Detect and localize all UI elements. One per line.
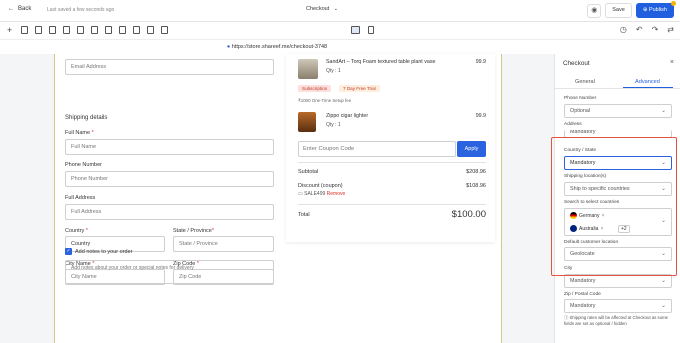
state-field[interactable]: State / Province — [173, 236, 274, 252]
back-button[interactable]: ← Back — [8, 6, 31, 12]
product-name: Zippo cigar lighter — [326, 113, 369, 119]
widget-icon[interactable] — [147, 26, 154, 34]
table-icon[interactable] — [119, 26, 126, 34]
editor-toolbar: + ◷ ↶ ↷ ⇄ — [0, 22, 680, 40]
coupon-input[interactable]: Enter Coupon Code — [298, 141, 456, 157]
notification-dot — [671, 1, 676, 6]
city-setting-select[interactable]: Mandatory ⌄ — [564, 274, 672, 288]
swap-icon[interactable]: ⇄ — [667, 25, 674, 34]
discount-value: $108.96 — [466, 183, 486, 189]
settings-icon[interactable] — [161, 26, 168, 34]
save-button[interactable]: Save — [605, 3, 632, 18]
address-setting-label: Address — [564, 122, 582, 127]
panel-title: Checkout — [563, 60, 590, 67]
arrow-left-icon: ← — [8, 6, 14, 12]
product-price: 99.9 — [475, 113, 486, 119]
zip-setting-label: Zip / Postal Code — [564, 292, 601, 297]
divider — [298, 162, 486, 163]
phone-setting-label: Phone Number — [564, 96, 597, 101]
page-icon[interactable] — [35, 26, 42, 34]
notes-checkbox[interactable]: ✓ — [65, 248, 72, 255]
shipping-heading: Shipping details — [65, 115, 108, 121]
text-icon[interactable] — [77, 26, 84, 34]
phone-setting-select[interactable]: Optional ⌄ — [564, 104, 672, 118]
media-icon[interactable] — [63, 26, 70, 34]
total-value: $100.00 — [451, 209, 486, 220]
applied-coupon: ▭ SALE499 Remove — [298, 191, 346, 197]
publish-button[interactable]: ⊕ Publish — [635, 1, 676, 18]
page-url: ● https://store.shareef.me/checkout-3748 — [226, 44, 328, 50]
checkout-page: Email Address Shipping details Full Name… — [54, 54, 502, 343]
chevron-down-icon: ⌄ — [660, 303, 666, 309]
notes-label: Add notes to your order — [75, 249, 133, 255]
grid-icon[interactable] — [91, 26, 98, 34]
close-icon[interactable]: × — [670, 59, 674, 66]
subscription-badge: Subscription — [298, 85, 332, 92]
desktop-view-icon[interactable] — [351, 26, 360, 34]
add-element-icon[interactable]: + — [7, 26, 14, 35]
top-bar: ← Back Last saved a few seconds ago Chec… — [0, 0, 680, 22]
divider — [555, 88, 680, 89]
email-field[interactable]: Email Address — [65, 59, 274, 75]
subtotal-value: $208.96 — [466, 169, 486, 175]
tab-advanced[interactable]: Advanced — [635, 79, 660, 85]
undo-icon[interactable]: ↶ — [636, 25, 643, 34]
image-icon[interactable] — [133, 26, 140, 34]
address-label: Full Address — [65, 195, 96, 201]
order-summary-card: SandArt – Torq Foam textured table plant… — [286, 54, 495, 242]
product-thumbnail — [298, 59, 318, 79]
subtotal-label: Subtotal — [298, 169, 319, 175]
page-selector[interactable]: Checkout ⌄ — [306, 6, 338, 12]
form-icon[interactable] — [105, 26, 112, 34]
divider — [298, 204, 486, 205]
state-label: State / Province* — [173, 228, 214, 234]
chevron-down-icon: ⌄ — [660, 108, 666, 114]
remove-coupon-link[interactable]: Remove — [327, 191, 346, 197]
product-thumbnail — [298, 112, 316, 132]
chevron-down-icon: ⌄ — [333, 6, 338, 12]
zip-setting-select[interactable]: Mandatory ⌄ — [564, 299, 672, 313]
highlight-box — [551, 137, 677, 276]
editor-canvas: Email Address Shipping details Full Name… — [0, 54, 554, 343]
product-price: 99.9 — [475, 59, 486, 65]
code-icon[interactable] — [49, 26, 56, 34]
layers-icon[interactable] — [21, 26, 28, 34]
product-qty: Qty : 1 — [326, 122, 341, 128]
notes-textarea[interactable]: Add notes about your order or special no… — [65, 260, 274, 284]
tab-general[interactable]: General — [575, 79, 595, 85]
setup-fee: ₹1000 One-Time Setup fee — [298, 98, 352, 103]
phone-field[interactable]: Phone Number — [65, 171, 274, 187]
total-label: Total — [298, 212, 310, 218]
product-name: SandArt – Torq Foam textured table plant… — [326, 59, 436, 65]
preview-eye-icon[interactable]: ◉ — [587, 3, 602, 18]
product-qty: Qty : 1 — [326, 68, 341, 74]
discount-label: Discount (coupon) — [298, 183, 343, 189]
apply-coupon-button[interactable]: Apply — [457, 141, 486, 157]
chevron-down-icon: ⌄ — [660, 278, 666, 284]
full-name-label: Full Name * — [65, 130, 94, 136]
redo-icon[interactable]: ↷ — [652, 25, 659, 34]
history-icon[interactable]: ◷ — [620, 25, 627, 34]
trial-badge: 7 Day Free Trial — [339, 85, 380, 92]
country-label: Country * — [65, 228, 88, 234]
mobile-view-icon[interactable] — [368, 26, 374, 34]
shipping-note: ⓘ Shipping rates will be affected at Che… — [564, 315, 669, 326]
full-name-field[interactable]: Full Name — [65, 139, 274, 155]
saved-status: Last saved a few seconds ago — [47, 7, 115, 13]
phone-label: Phone Number — [65, 162, 102, 168]
address-field[interactable]: Full Address — [65, 204, 274, 220]
